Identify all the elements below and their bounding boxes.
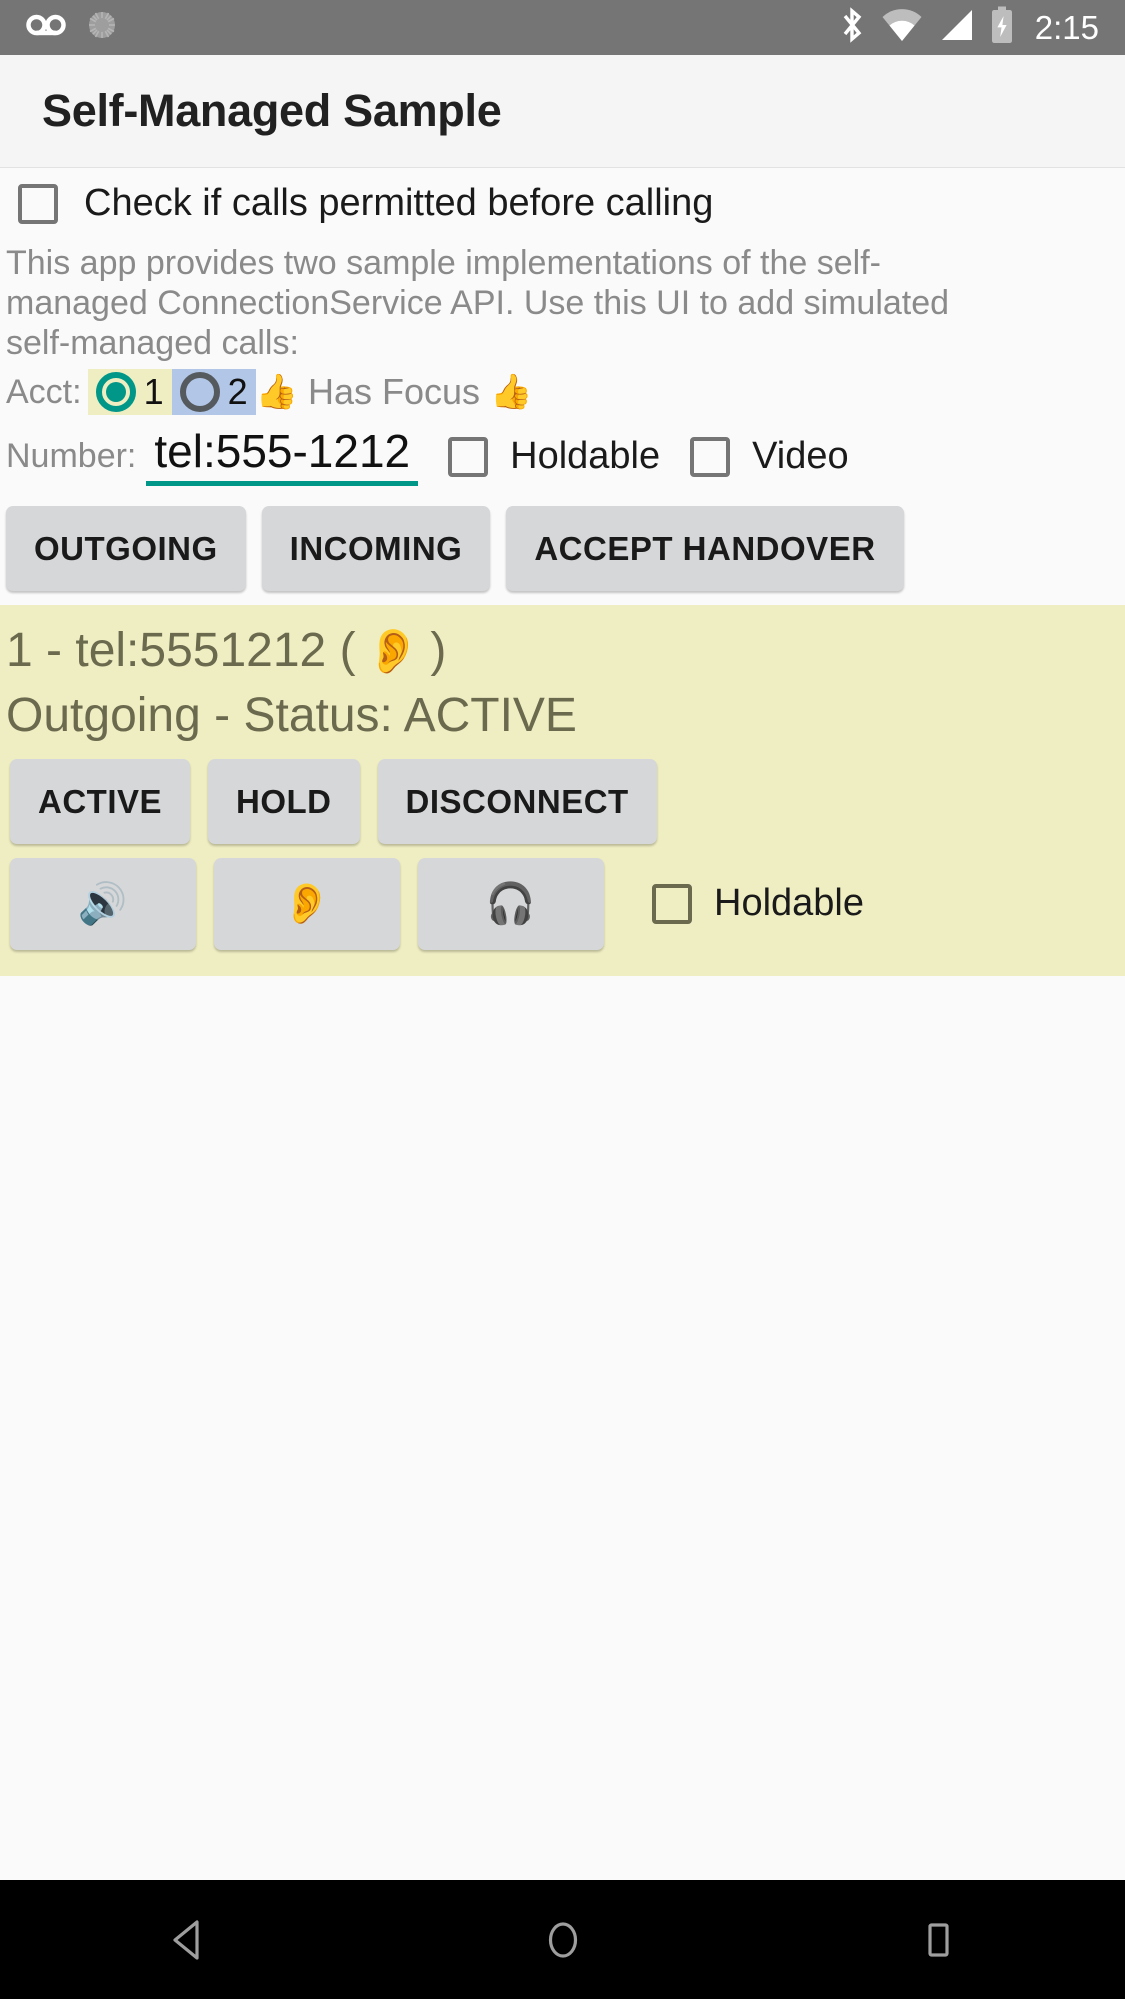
empty-area — [0, 975, 1125, 1880]
number-input[interactable]: tel:555-1212 — [146, 427, 419, 487]
audio-route-headset-button[interactable]: 🎧 — [418, 857, 604, 950]
call-holdable-label: Holdable — [714, 882, 864, 925]
call-identity-line: 1 - tel:5551212 ( 👂 ) — [0, 615, 1125, 680]
call-hold-button[interactable]: HOLD — [208, 758, 360, 844]
account-radio-1-label: 1 — [143, 371, 164, 412]
holdable-checkbox[interactable] — [448, 436, 489, 477]
call-card: 1 - tel:5551212 ( 👂 ) Outgoing - Status:… — [0, 605, 1125, 976]
thumbs-up-left-icon: 👍 — [255, 373, 298, 411]
ear-icon: 👂 — [365, 626, 421, 676]
navigation-bar — [0, 1880, 1125, 1999]
account-option-2[interactable]: 2 — [171, 369, 256, 415]
battery-charging-icon — [990, 6, 1014, 49]
thumbs-up-right-icon: 👍 — [490, 373, 533, 411]
call-state-button-row: ACTIVE HOLD DISCONNECT — [0, 745, 1125, 844]
app-bar: Self-Managed Sample — [0, 55, 1125, 168]
description-text: This app provides two sample implementat… — [6, 244, 950, 362]
check-calls-permitted-checkbox[interactable] — [18, 183, 58, 224]
status-bar-right-icons: 2:15 — [839, 6, 1099, 49]
page-title: Self-Managed Sample — [42, 85, 502, 136]
setup-pane: Check if calls permitted before calling … — [0, 168, 1125, 606]
sync-spinner-icon — [84, 7, 120, 48]
status-bar-clock: 2:15 — [1034, 9, 1099, 46]
audio-route-button-row: 🔊 👂 🎧 Holdable — [0, 844, 1125, 950]
video-checkbox[interactable] — [690, 436, 731, 477]
accept-handover-button[interactable]: ACCEPT HANDOVER — [506, 506, 904, 592]
call-holdable-checkbox[interactable] — [652, 883, 692, 924]
status-bar-left-icons — [26, 7, 120, 48]
holdable-check-row[interactable]: Holdable — [448, 435, 660, 478]
has-focus-label: Has Focus — [307, 371, 481, 412]
recents-nav-button[interactable] — [848, 1916, 1028, 1964]
wifi-icon — [880, 8, 924, 47]
audio-route-earpiece-button[interactable]: 👂 — [214, 857, 400, 950]
bluetooth-icon — [839, 6, 865, 49]
permit-check-row[interactable]: Check if calls permitted before calling — [0, 168, 1125, 237]
account-option-1[interactable]: 1 — [87, 369, 172, 415]
back-nav-button[interactable] — [98, 1917, 278, 1963]
call-disconnect-button[interactable]: DISCONNECT — [377, 758, 657, 844]
account-radio-1[interactable] — [95, 372, 136, 412]
call-active-button[interactable]: ACTIVE — [10, 758, 191, 844]
home-nav-button[interactable] — [473, 1916, 653, 1964]
video-check-row[interactable]: Video — [690, 435, 849, 478]
account-radio-2-label: 2 — [227, 371, 248, 412]
android-screen: 2:15 Self-Managed Sample Check if calls … — [0, 0, 1125, 1999]
status-bar: 2:15 — [0, 0, 1125, 55]
cellular-signal-icon — [939, 8, 975, 47]
main-content: Check if calls permitted before calling … — [0, 168, 1125, 1880]
call-holdable-check-row[interactable]: Holdable — [652, 882, 864, 925]
incoming-button[interactable]: INCOMING — [261, 506, 491, 592]
action-button-row: OUTGOING INCOMING ACCEPT HANDOVER — [0, 496, 1125, 605]
outgoing-button[interactable]: OUTGOING — [6, 506, 246, 592]
audio-route-speaker-button[interactable]: 🔊 — [10, 857, 196, 950]
call-identity-suffix: ) — [430, 624, 447, 678]
voicemail-icon — [26, 12, 66, 43]
call-identity-prefix: 1 - tel:5551212 ( — [6, 624, 356, 678]
check-calls-permitted-label: Check if calls permitted before calling — [84, 182, 714, 224]
account-row: Acct: 1 2 👍 Has Focus 👍 — [0, 363, 1125, 417]
number-label: Number: — [6, 437, 137, 476]
account-radio-2[interactable] — [179, 372, 220, 412]
call-status-line: Outgoing - Status: ACTIVE — [6, 688, 577, 742]
video-label: Video — [752, 435, 849, 478]
account-label: Acct: — [6, 372, 82, 411]
number-row: Number: tel:555-1212 Holdable Video — [0, 417, 1125, 496]
holdable-label: Holdable — [510, 435, 661, 478]
